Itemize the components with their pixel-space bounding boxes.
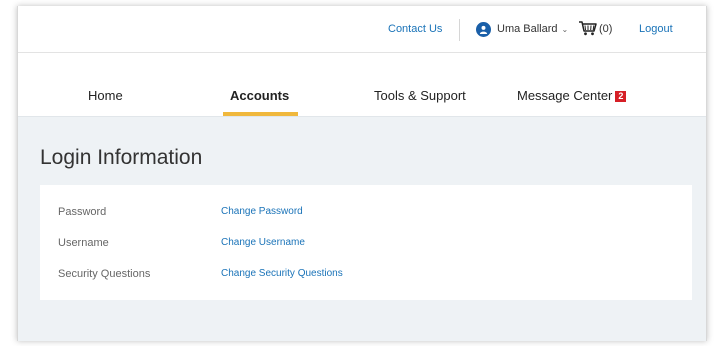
change-security-questions-link[interactable]: Change Security Questions	[221, 268, 343, 279]
tab-home[interactable]: Home	[88, 88, 123, 103]
tab-accounts[interactable]: Accounts	[230, 88, 289, 103]
login-info-card: Password Change Password Username Change…	[40, 185, 692, 300]
tab-tools-support[interactable]: Tools & Support	[374, 88, 466, 103]
contact-us-link[interactable]: Contact Us	[388, 6, 442, 52]
user-name: Uma Ballard	[497, 23, 558, 35]
change-username-link[interactable]: Change Username	[221, 237, 305, 248]
active-tab-indicator	[223, 112, 298, 116]
message-count-badge: 2	[615, 91, 627, 102]
username-label: Username	[58, 237, 109, 249]
top-bar: Contact Us Uma Ballard ⌄ (0) Logout	[18, 6, 706, 53]
security-questions-label: Security Questions	[58, 268, 151, 280]
tab-message-center-label: Message Center	[517, 88, 613, 103]
password-label: Password	[58, 206, 107, 218]
shopping-cart-icon	[578, 20, 599, 39]
top-bar-divider	[459, 19, 460, 41]
app-frame: Contact Us Uma Ballard ⌄ (0) Logout Home…	[17, 6, 707, 341]
user-avatar-icon	[476, 21, 491, 37]
user-menu[interactable]: Uma Ballard ⌄	[476, 6, 568, 52]
cart-count: (0)	[599, 23, 613, 35]
chevron-down-icon: ⌄	[561, 25, 569, 34]
logout-link[interactable]: Logout	[639, 6, 673, 52]
main-nav: Home Accounts Tools & Support Message Ce…	[18, 53, 706, 117]
page-title: Login Information	[40, 146, 203, 169]
tab-message-center[interactable]: Message Center 2	[517, 88, 627, 103]
change-password-link[interactable]: Change Password	[221, 206, 303, 217]
main-content: Login Information Password Change Passwo…	[18, 117, 706, 341]
cart-button[interactable]: (0)	[578, 6, 612, 52]
